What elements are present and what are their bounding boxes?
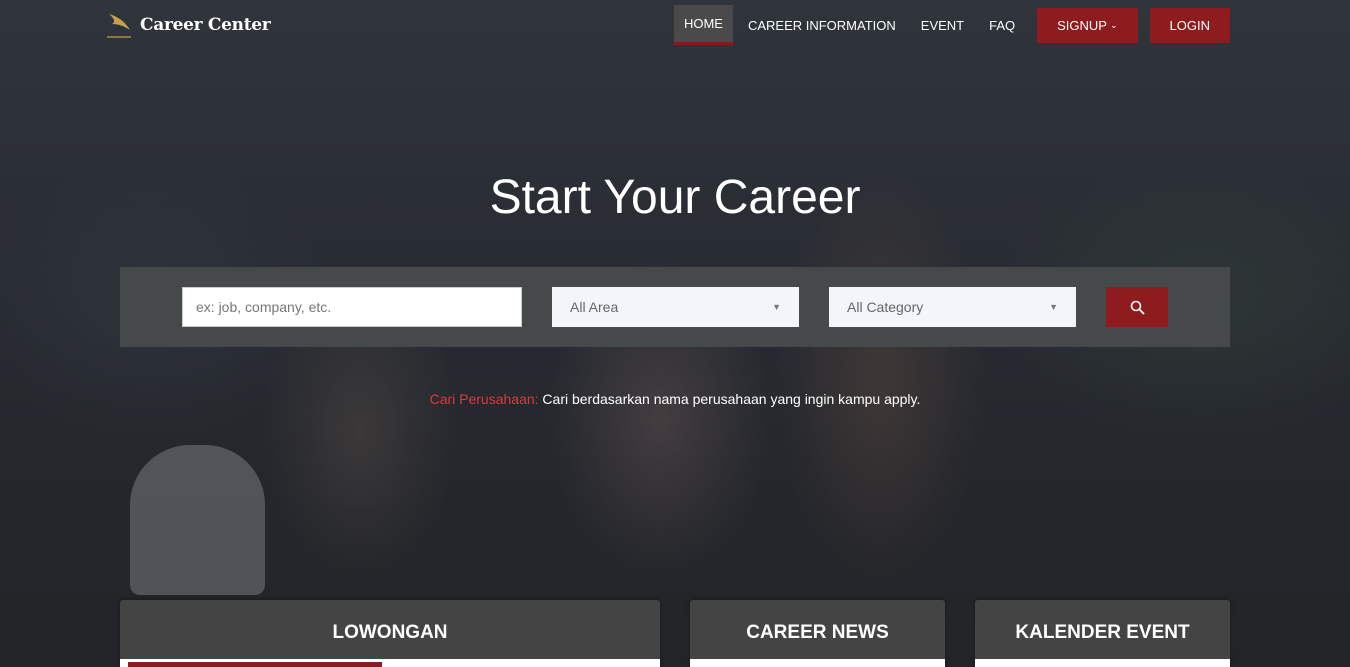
navbar: Career Center HOME CAREER INFORMATION EV… [0, 0, 1350, 48]
search-tip: Cari Perusahaan: Cari berdasarkan nama p… [0, 391, 1350, 407]
search-button[interactable] [1106, 287, 1168, 327]
section-title: LOWONGAN [332, 622, 448, 643]
background-statue [130, 445, 265, 595]
main-menu: HOME CAREER INFORMATION EVENT FAQ SIGNUP… [669, 5, 1230, 45]
login-button[interactable]: LOGIN [1149, 7, 1230, 43]
section-title: KALENDER EVENT [1015, 622, 1190, 643]
brand-name: Career Center [140, 15, 271, 35]
area-select-value: All Area [570, 299, 619, 315]
section-career-news[interactable]: CAREER NEWS [690, 600, 945, 667]
chevron-down-icon: ▼ [772, 302, 781, 312]
card-content-edge [975, 659, 1230, 667]
card-content-edge [120, 659, 660, 667]
category-select-value: All Category [847, 299, 924, 315]
section-title: CAREER NEWS [746, 622, 889, 643]
category-select[interactable]: All Category ▼ [829, 287, 1076, 327]
signup-label: SIGNUP [1057, 17, 1107, 33]
hero-title: Start Your Career [489, 171, 861, 224]
search-panel: All Area ▼ All Category ▼ [120, 267, 1230, 347]
signup-button[interactable]: SIGNUP ⌄ [1037, 7, 1138, 43]
feather-logo-icon [107, 14, 131, 38]
area-select[interactable]: All Area ▼ [552, 287, 799, 327]
brand[interactable]: Career Center [106, 10, 271, 40]
search-icon [1130, 300, 1144, 314]
nav-event[interactable]: EVENT [911, 5, 974, 45]
keyword-search-input[interactable] [182, 287, 522, 327]
section-kalender-event[interactable]: KALENDER EVENT [975, 600, 1230, 667]
nav-faq[interactable]: FAQ [979, 5, 1025, 45]
tip-text: Cari berdasarkan nama perusahaan yang in… [542, 391, 921, 407]
card-content-edge [690, 659, 945, 667]
nav-home[interactable]: HOME [673, 5, 733, 45]
chevron-down-icon: ▼ [1049, 302, 1058, 312]
nav-career-information[interactable]: CAREER INFORMATION [738, 5, 906, 45]
tip-label: Cari Perusahaan: [429, 391, 539, 407]
section-lowongan[interactable]: LOWONGAN [120, 600, 660, 667]
chevron-down-icon: ⌄ [1109, 19, 1118, 30]
